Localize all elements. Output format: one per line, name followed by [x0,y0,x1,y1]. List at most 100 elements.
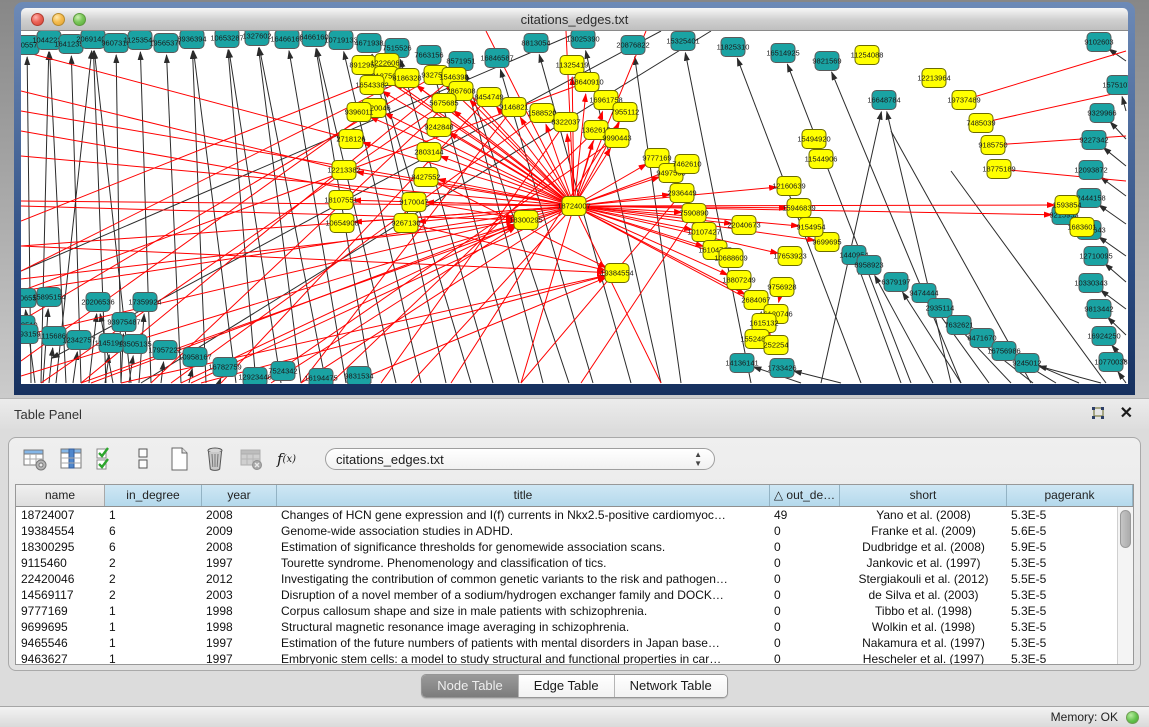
table-cell: 1997 [202,555,277,571]
tab-edge-table[interactable]: Edge Table [518,675,614,697]
new-table-button[interactable] [165,446,192,473]
table-scrollbar-thumb[interactable] [1120,510,1131,548]
tab-network-table[interactable]: Network Table [614,675,727,697]
graph-node-label: 9474444 [909,289,938,298]
graph-edge [151,91,461,383]
function-builder-button[interactable]: f(x) [273,446,300,473]
network-canvas[interactable]: 9405572104422331641235020691406960731811… [21,31,1128,384]
close-panel-icon[interactable]: ✕ [1120,406,1133,422]
graph-node-label: 10688609 [714,254,747,263]
graph-node-label: 10107427 [687,228,720,237]
table-cell: Changes of HCN gene expression and I(f) … [277,507,770,523]
column-header-out_de[interactable]: △ out_de… [770,485,840,506]
graph-edge [370,117,574,206]
graph-node-label: 8571951 [446,57,475,66]
table-selector-dropdown[interactable]: citations_edges.txt ▲▼ [325,448,715,470]
graph-node-label: 8427552 [411,173,440,182]
graph-edge [964,51,1126,100]
column-header-year[interactable]: year [202,485,277,506]
graph-node-label: 8186328 [392,74,421,83]
table-panel-body: f(x) citations_edges.txt ▲▼ namein_degre… [8,437,1141,671]
graph-node-label: 7515526 [382,44,411,53]
graph-node-label: 12213382 [327,166,360,175]
unselect-all-button[interactable] [129,446,156,473]
table-body: 1872400712008Changes of HCN gene express… [16,507,1118,664]
graph-node-label: 17957222 [148,346,181,355]
table-cell: 1 [105,507,202,523]
table-cell: 1998 [202,603,277,619]
graph-edge [21,51,351,139]
table-cell: 2 [105,587,202,603]
table-cell: Hescheler et al. (1997) [840,651,1007,664]
graph-node-label: 20206536 [81,298,114,307]
table-row[interactable]: 977716911998Corpus callosum shape and si… [16,603,1118,619]
table-row[interactable]: 946362711997Embryonic stem cells: a mode… [16,651,1118,664]
column-header-title[interactable]: title [277,485,770,506]
graph-node-label: 9102603 [1084,38,1113,47]
graph-node-label: 8936394 [177,35,206,44]
tab-node-table[interactable]: Node Table [422,675,518,697]
table-row[interactable]: 911546021997Tourette syndrome. Phenomeno… [16,555,1118,571]
graph-node-label: 9267130 [391,219,420,228]
table-settings-button[interactable] [21,446,48,473]
table-row[interactable]: 1872400712008Changes of HCN gene express… [16,507,1118,523]
table-cell: 2008 [202,507,277,523]
table-row[interactable]: 1938455462009Genome-wide association stu… [16,523,1118,539]
table-cell: 5.5E-5 [1007,571,1118,587]
graph-node-label: 18300295 [509,216,542,225]
graph-node-label: 18807249 [722,276,755,285]
graph-node-label: 8454749 [474,93,503,102]
graph-node-label: 8471670 [967,334,996,343]
graph-node-label: 7485039 [966,119,995,128]
table-cell: 0 [770,603,840,619]
graph-edge [21,206,574,291]
graph-node-label: 7663156 [414,51,443,60]
table-cell: 5.3E-5 [1007,587,1118,603]
table-cell: 9777169 [16,603,105,619]
column-header-short[interactable]: short [840,485,1007,506]
table-cell: 5.3E-5 [1007,651,1118,664]
table-row[interactable]: 946554611997Estimation of the future num… [16,635,1118,651]
table-cell: 5.3E-5 [1007,507,1118,523]
column-header-name[interactable]: name [16,485,105,506]
column-header-pagerank[interactable]: pagerank [1007,485,1133,506]
column-header-in_degree[interactable]: in_degree [105,485,202,506]
graph-node-label: 18775189 [982,165,1015,174]
graph-node-label: 1683601 [1067,223,1096,232]
graph-node-label: 1588520 [527,109,556,118]
graph-node-label: 9990443 [602,134,631,143]
float-panel-icon[interactable] [1090,407,1106,421]
network-window: citations_edges.txt 94055721044223316412… [14,2,1135,395]
table-scrollbar[interactable] [1117,507,1133,664]
graph-edge [229,50,281,383]
column-visibility-button[interactable] [57,446,84,473]
status-bar: Memory: OK [0,706,1149,727]
table-row[interactable]: 1456911722003Disruption of a novel membe… [16,587,1118,603]
table-cell: 9465546 [16,635,105,651]
select-all-button[interactable] [93,446,120,473]
table-row[interactable]: 1830029562008Estimation of significance … [16,539,1118,555]
graph-node-label: 9756928 [767,283,796,292]
table-cell: 5.6E-5 [1007,523,1118,539]
delete-table-button[interactable] [201,446,228,473]
table-cell: Estimation of the future numbers of pati… [277,635,770,651]
network-view[interactable]: 9405572104422331641235020691406960731811… [21,31,1128,384]
graph-node-label: 15751074 [1102,81,1128,90]
graph-node-label: 11254088 [851,51,884,60]
table-panel-header: Table Panel ✕ [0,399,1149,429]
graph-edge [1099,205,1126,224]
graph-node-label: 8322037 [551,118,580,127]
memory-status-icon[interactable] [1126,711,1139,724]
table-cell: Tibbo et al. (1998) [840,603,1007,619]
table-row[interactable]: 969969511998Structural magnetic resonanc… [16,619,1118,635]
dropdown-arrows-icon: ▲▼ [694,450,702,468]
graph-node-label: 11825310 [717,43,750,52]
table-cell: 2003 [202,587,277,603]
table-cell: 1 [105,651,202,664]
graph-node-label: 9242848 [424,123,453,132]
window-titlebar[interactable]: citations_edges.txt [21,8,1128,31]
table-cell: Corpus callosum shape and size in male p… [277,603,770,619]
table-row[interactable]: 2242004622012Investigating the contribut… [16,571,1118,587]
table-cell: 9699695 [16,619,105,635]
graph-node-label: 20876822 [616,41,649,50]
